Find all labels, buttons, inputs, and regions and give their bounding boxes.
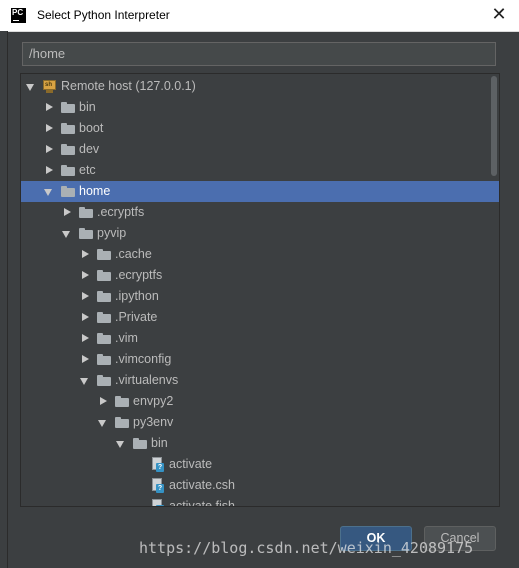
tree-row-label: .ecryptfs: [97, 205, 145, 219]
folder-icon: [61, 186, 75, 197]
expand-down-arrow-icon[interactable]: [44, 181, 54, 202]
tree-row[interactable]: py3env: [21, 412, 499, 433]
folder-icon: [97, 375, 111, 386]
unknown-file-icon: ?: [151, 478, 164, 493]
tree-row-label: .virtualenvs: [115, 373, 179, 387]
tree-row[interactable]: bin: [21, 433, 499, 454]
collapse-right-arrow-icon[interactable]: [44, 118, 54, 139]
tree-row[interactable]: .vimconfig: [21, 349, 499, 370]
tree-scrollbar[interactable]: [491, 76, 497, 176]
tree-row-label: activate: [169, 457, 213, 471]
tree-row[interactable]: ? activate.csh: [21, 475, 499, 496]
tree-row[interactable]: .virtualenvs: [21, 370, 499, 391]
close-icon[interactable]: ✕: [489, 5, 509, 25]
collapse-right-arrow-icon[interactable]: [80, 286, 90, 307]
collapse-right-arrow-icon[interactable]: [44, 97, 54, 118]
tree-row[interactable]: envpy2: [21, 391, 499, 412]
collapse-right-arrow-icon[interactable]: [80, 265, 90, 286]
folder-icon: [61, 165, 75, 176]
collapse-right-arrow-icon[interactable]: [80, 244, 90, 265]
folder-icon: [97, 333, 111, 344]
collapse-right-arrow-icon[interactable]: [80, 328, 90, 349]
tree-row[interactable]: .ipython: [21, 286, 499, 307]
expand-down-arrow-icon[interactable]: [116, 433, 126, 454]
tree-row-label: dev: [79, 142, 100, 156]
folder-icon: [61, 123, 75, 134]
folder-icon: [97, 312, 111, 323]
expand-down-arrow-icon[interactable]: [26, 76, 36, 97]
collapse-right-arrow-icon[interactable]: [44, 139, 54, 160]
tree-row[interactable]: sh Remote host (127.0.0.1): [21, 76, 499, 97]
tree-row-label: .ipython: [115, 289, 159, 303]
tree-row-label: etc: [79, 163, 96, 177]
collapse-right-arrow-icon[interactable]: [62, 202, 72, 223]
tree-row[interactable]: dev: [21, 139, 499, 160]
folder-icon: [79, 207, 93, 218]
tree-row[interactable]: .vim: [21, 328, 499, 349]
tree-row-label: activate.fish: [169, 499, 236, 507]
tree-row[interactable]: home: [21, 181, 499, 202]
tree-row-label: .cache: [115, 247, 152, 261]
unknown-file-icon: ?: [151, 499, 164, 506]
tree-row[interactable]: ? activate.fish: [21, 496, 499, 507]
folder-icon: [61, 102, 75, 113]
folder-icon: [97, 270, 111, 281]
tree-row-label: py3env: [133, 415, 174, 429]
remote-host-icon: sh: [43, 80, 56, 93]
window-edge: [0, 31, 8, 568]
tree-row-label: bin: [151, 436, 168, 450]
folder-icon: [97, 354, 111, 365]
collapse-right-arrow-icon[interactable]: [80, 307, 90, 328]
folder-icon: [133, 438, 147, 449]
collapse-right-arrow-icon[interactable]: [98, 391, 108, 412]
folder-icon: [115, 396, 129, 407]
expand-down-arrow-icon[interactable]: [98, 412, 108, 433]
expand-down-arrow-icon[interactable]: [62, 223, 72, 244]
pycharm-app-icon: PC: [11, 8, 26, 23]
tree-row[interactable]: .cache: [21, 244, 499, 265]
path-input[interactable]: /home: [22, 42, 496, 66]
folder-icon: [97, 249, 111, 260]
folder-icon: [115, 417, 129, 428]
window-title: Select Python Interpreter: [37, 8, 170, 22]
folder-icon: [61, 144, 75, 155]
tree-row[interactable]: .ecryptfs: [21, 265, 499, 286]
folder-icon: [97, 291, 111, 302]
tree-row-label: envpy2: [133, 394, 174, 408]
title-bar: PC Select Python Interpreter ✕: [0, 0, 519, 32]
tree-row-label: Remote host (127.0.0.1): [61, 79, 196, 93]
tree-row-label: bin: [79, 100, 96, 114]
tree-row[interactable]: bin: [21, 97, 499, 118]
expand-down-arrow-icon[interactable]: [80, 370, 90, 391]
tree-row[interactable]: ? activate: [21, 454, 499, 475]
file-tree[interactable]: sh Remote host (127.0.0.1) bin boot dev etc ho…: [20, 73, 500, 507]
collapse-right-arrow-icon[interactable]: [80, 349, 90, 370]
unknown-file-icon: ?: [151, 457, 164, 472]
collapse-right-arrow-icon[interactable]: [44, 160, 54, 181]
watermark: https://blog.csdn.net/weixin_42089175: [139, 539, 473, 557]
tree-row-label: pyvip: [97, 226, 127, 240]
tree-row-label: .vimconfig: [115, 352, 172, 366]
tree-row-label: boot: [79, 121, 104, 135]
app-icon-text: PC: [12, 8, 24, 17]
tree-row-label: .vim: [115, 331, 138, 345]
tree-row[interactable]: .Private: [21, 307, 499, 328]
tree-row[interactable]: .ecryptfs: [21, 202, 499, 223]
tree-row-label: activate.csh: [169, 478, 236, 492]
tree-row-label: home: [79, 184, 111, 198]
watermark-text: https://blog.csdn.net/weixin_42089175: [139, 539, 474, 557]
tree-row[interactable]: pyvip: [21, 223, 499, 244]
tree-row[interactable]: etc: [21, 160, 499, 181]
tree-row[interactable]: boot: [21, 118, 499, 139]
tree-row-label: .ecryptfs: [115, 268, 163, 282]
tree-row-label: .Private: [115, 310, 158, 324]
folder-icon: [79, 228, 93, 239]
